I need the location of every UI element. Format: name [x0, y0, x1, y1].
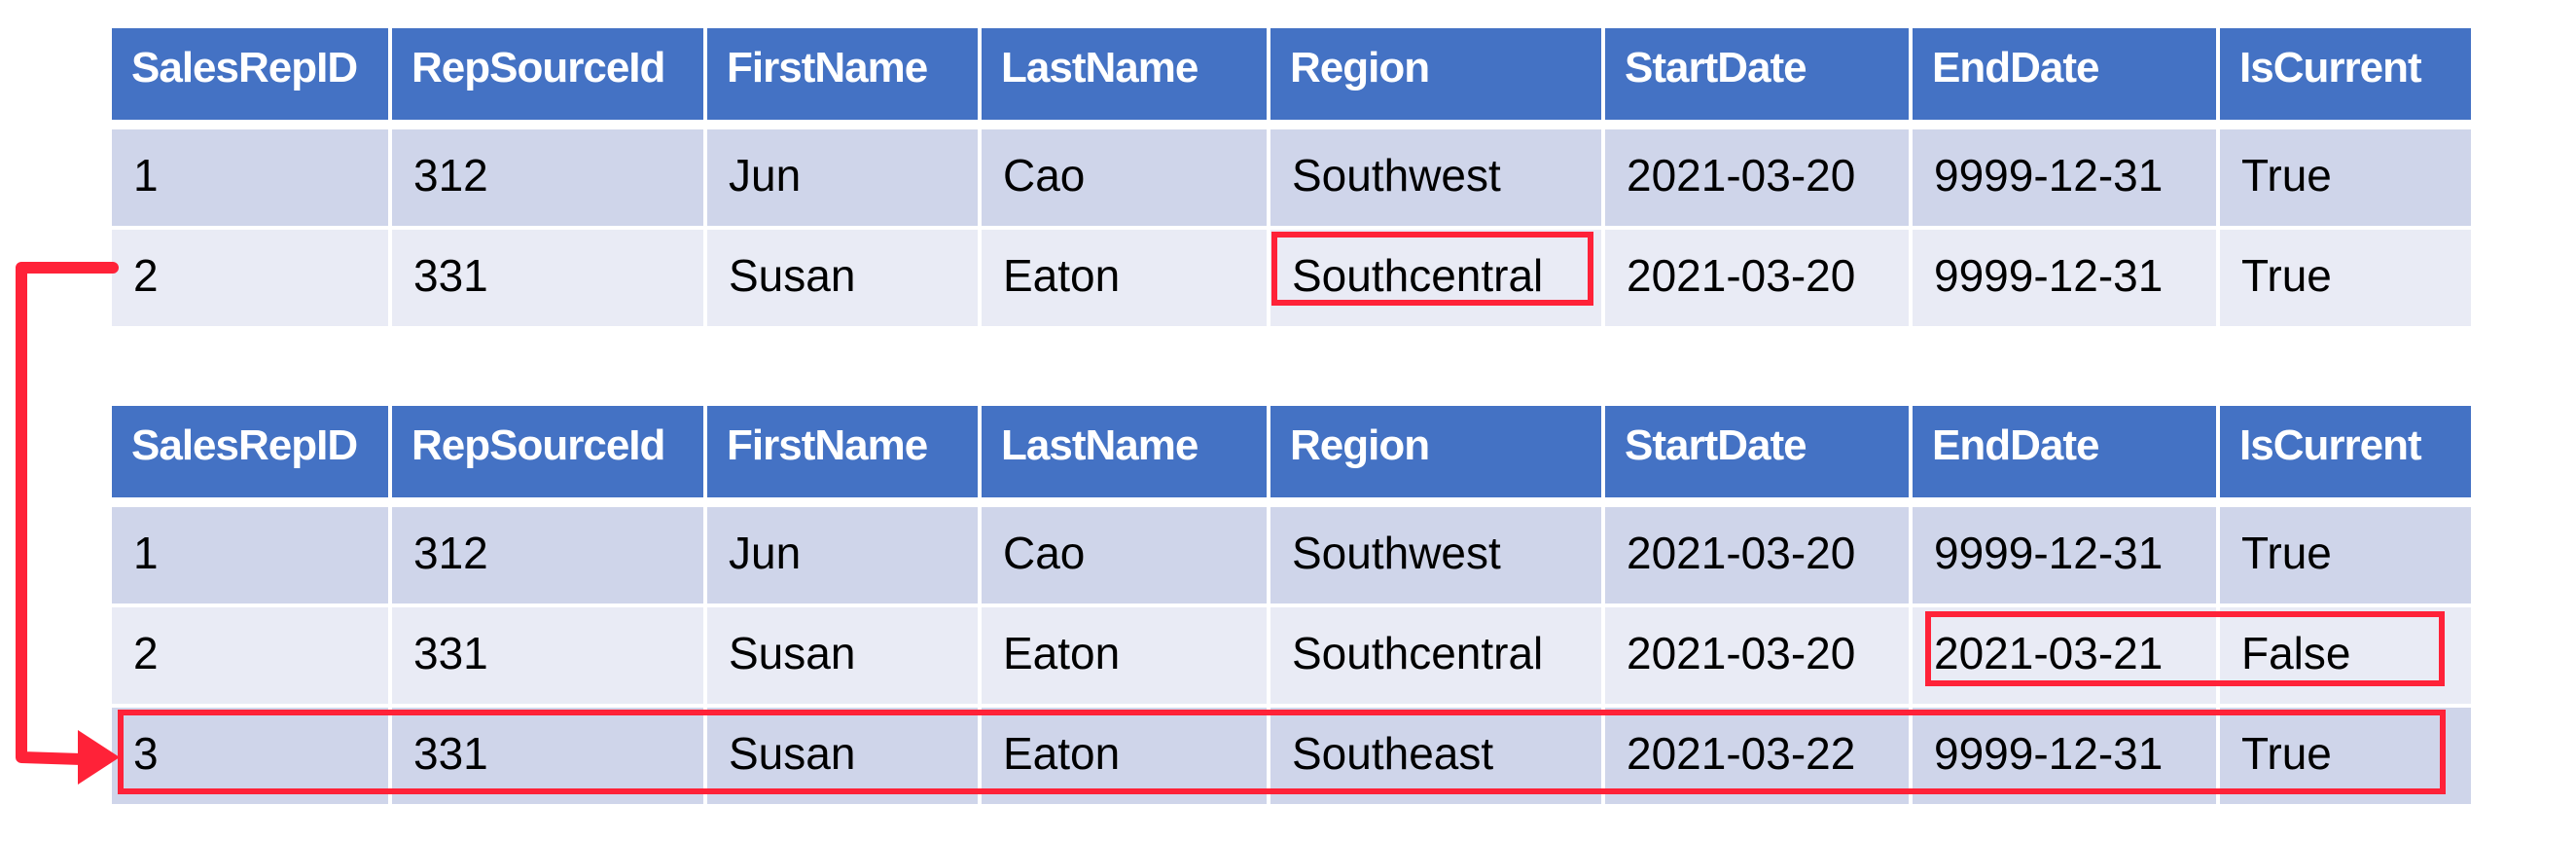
- arrow-head-icon: [78, 730, 120, 785]
- arrow-connector: [16, 262, 120, 785]
- arrow-line: [16, 262, 119, 765]
